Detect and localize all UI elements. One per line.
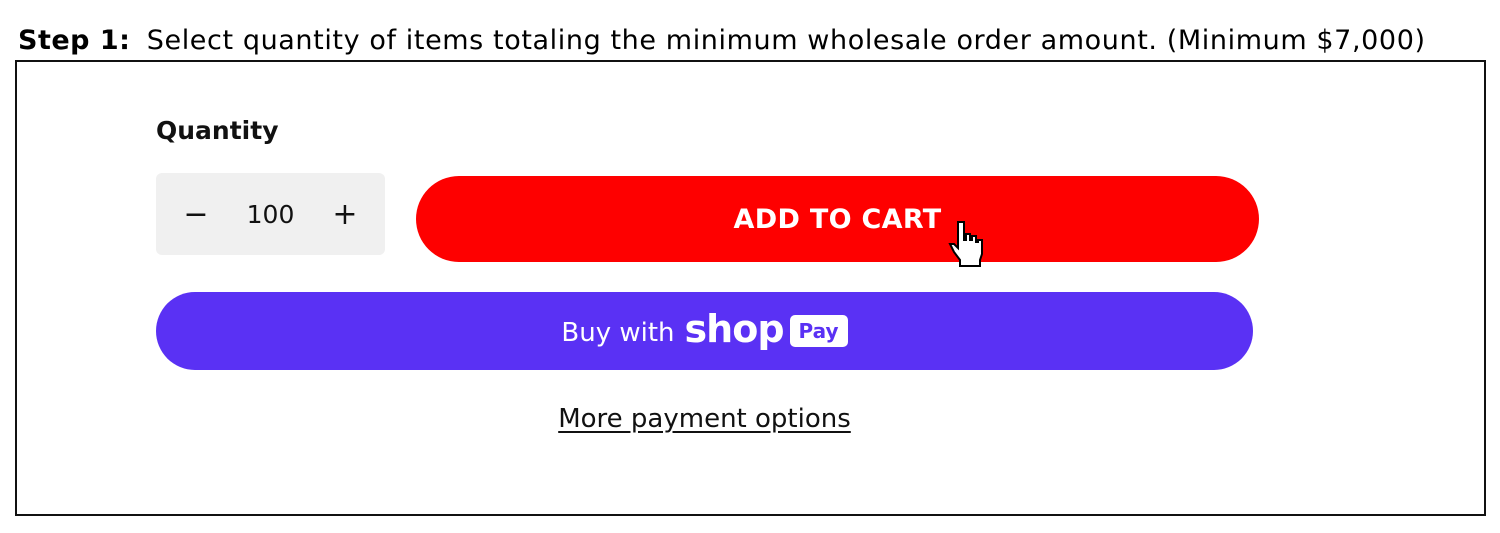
shop-pay-button[interactable]: Buy with shop Pay	[156, 292, 1253, 370]
quantity-input[interactable]	[228, 198, 313, 230]
shop-logo-text: shop	[684, 307, 785, 351]
quantity-label: Quantity	[156, 116, 279, 145]
step-heading: Step 1: Select quantity of items totalin…	[18, 22, 1426, 60]
quantity-stepper: − +	[156, 173, 385, 255]
pay-badge: Pay	[789, 315, 848, 347]
step-instruction-text: Select quantity of items totaling the mi…	[146, 25, 1426, 56]
more-payment-options-link[interactable]: More payment options	[0, 404, 1409, 434]
decrement-button[interactable]: −	[176, 194, 216, 234]
buy-with-text: Buy with	[561, 318, 675, 348]
step-label: Step 1:	[18, 25, 131, 56]
add-to-cart-button[interactable]: ADD TO CART	[416, 176, 1259, 262]
add-to-cart-label: ADD TO CART	[733, 203, 942, 235]
increment-button[interactable]: +	[325, 194, 365, 234]
